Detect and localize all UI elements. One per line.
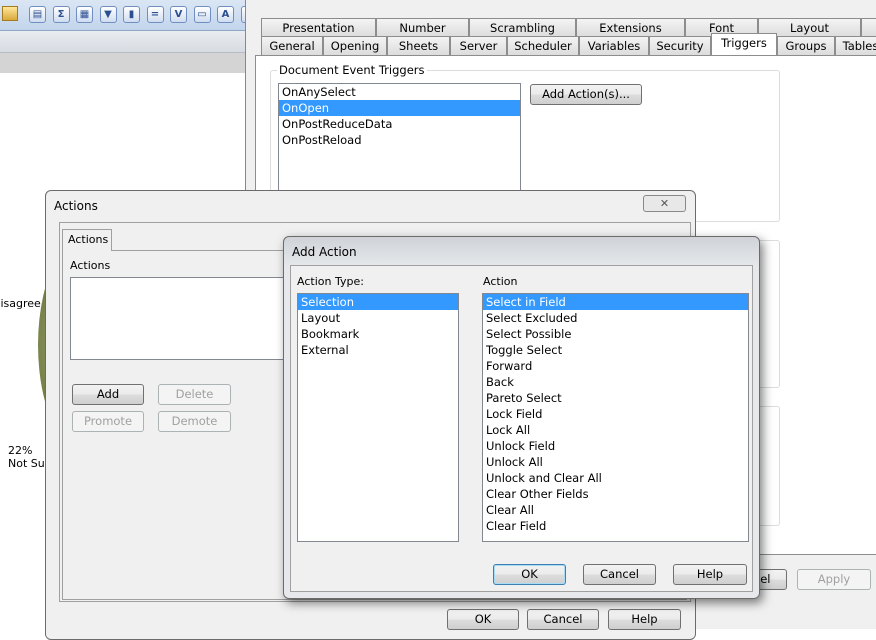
ok-button[interactable]: OK (493, 564, 566, 585)
sheet-tab-bar (0, 31, 248, 53)
tab-security[interactable]: Security (649, 36, 711, 55)
action-item[interactable]: Forward (483, 358, 748, 374)
action-item[interactable]: Select in Field (483, 294, 748, 310)
checkmark-icon[interactable]: V (170, 6, 187, 23)
toolbar: ▤Σ▦▼▮=V▭A⇉ (0, 0, 258, 31)
help-button[interactable]: Help (673, 564, 747, 585)
tab-scheduler[interactable]: Scheduler (507, 36, 579, 55)
add-actions-button[interactable]: Add Action(s)... (530, 84, 642, 105)
add-action-dialog: Add Action Action Type: Selection Layout B… (283, 236, 760, 599)
button-icon[interactable]: ▭ (193, 6, 211, 23)
action-item[interactable]: Unlock Field (483, 438, 748, 454)
tab-sheets[interactable]: Sheets (387, 36, 450, 55)
action-item[interactable]: Select Excluded (483, 310, 748, 326)
event-item[interactable]: OnPostReduceData (279, 116, 520, 132)
action-item[interactable]: Lock All (483, 422, 748, 438)
tab-actions[interactable]: Actions (62, 229, 112, 251)
tab-extensions[interactable]: Extensions (576, 18, 685, 37)
promote-button[interactable]: Promote (72, 411, 144, 432)
chart-label-pct: 22% (8, 444, 33, 457)
dialog-title: Add Action (292, 245, 357, 259)
event-item[interactable]: OnPostReload (279, 132, 520, 148)
sheet-area (0, 53, 248, 73)
ok-button[interactable]: OK (447, 609, 519, 630)
tab-tables[interactable]: Tables (835, 36, 876, 55)
action-type-item[interactable]: Selection (298, 294, 458, 310)
action-type-item[interactable]: Layout (298, 310, 458, 326)
action-item[interactable]: Pareto Select (483, 390, 748, 406)
group-title: Document Event Triggers (277, 63, 427, 77)
tab-triggers[interactable]: Triggers (711, 33, 777, 55)
action-item[interactable]: Clear Field (483, 518, 748, 534)
event-item[interactable]: OnAnySelect (279, 84, 520, 100)
tab-scrambling[interactable]: Scrambling (469, 18, 576, 37)
list-box-icon[interactable]: ▤ (29, 6, 46, 23)
action-type-item[interactable]: Bookmark (298, 326, 458, 342)
action-item[interactable]: Unlock and Clear All (483, 470, 748, 486)
tab-opening[interactable]: Opening (323, 36, 387, 55)
demote-button[interactable]: Demote (158, 411, 231, 432)
apply-button[interactable]: Apply (797, 569, 871, 590)
action-item[interactable]: Lock Field (483, 406, 748, 422)
tab-number[interactable]: Number (376, 18, 469, 37)
chart-icon[interactable]: ▮ (123, 6, 140, 23)
table-icon[interactable]: ▦ (76, 6, 93, 23)
tab-general[interactable]: General (261, 36, 323, 55)
action-type-label: Action Type: (297, 275, 364, 288)
text-object-icon[interactable]: A (217, 6, 234, 23)
action-type-list[interactable]: Selection Layout Bookmark External (297, 293, 459, 542)
close-button[interactable]: ✕ (643, 195, 686, 212)
add-button[interactable]: Add (72, 384, 144, 405)
sum-icon[interactable]: Σ (52, 6, 70, 23)
action-item[interactable]: Select Possible (483, 326, 748, 342)
chart-label-disagree: Disagree (0, 297, 41, 310)
action-item[interactable]: Back (483, 374, 748, 390)
action-list[interactable]: Select in Field Select Excluded Select Pos… (482, 293, 749, 542)
action-item[interactable]: Toggle Select (483, 342, 748, 358)
tab-groups[interactable]: Groups (777, 36, 835, 55)
add-action-panel: Action Type: Selection Layout Bookmark Exte… (290, 265, 753, 592)
multibox-icon[interactable]: ▼ (99, 6, 117, 23)
action-item[interactable]: Clear All (483, 502, 748, 518)
event-item[interactable]: OnOpen (279, 100, 520, 116)
tab-server[interactable]: Server (450, 36, 507, 55)
action-item[interactable]: Unlock All (483, 454, 748, 470)
actions-list-label: Actions (70, 259, 111, 272)
tab-variables[interactable]: Variables (579, 36, 649, 55)
event-list[interactable]: OnAnySelect OnOpen OnPostReduceData OnPostR… (278, 83, 521, 195)
action-item[interactable]: Clear Other Fields (483, 486, 748, 502)
input-box-icon[interactable]: = (146, 6, 164, 23)
cancel-button[interactable]: Cancel (527, 609, 599, 630)
dialog-title: Actions (54, 199, 98, 213)
action-type-item[interactable]: External (298, 342, 458, 358)
cancel-button[interactable]: Cancel (583, 564, 656, 585)
action-label: Action (483, 275, 518, 288)
delete-button[interactable]: Delete (158, 384, 231, 405)
help-button[interactable]: Help (608, 609, 681, 630)
tab-presentation[interactable]: Presentation (261, 18, 376, 37)
folder-icon[interactable] (2, 6, 18, 21)
tab-extra[interactable] (861, 18, 876, 37)
